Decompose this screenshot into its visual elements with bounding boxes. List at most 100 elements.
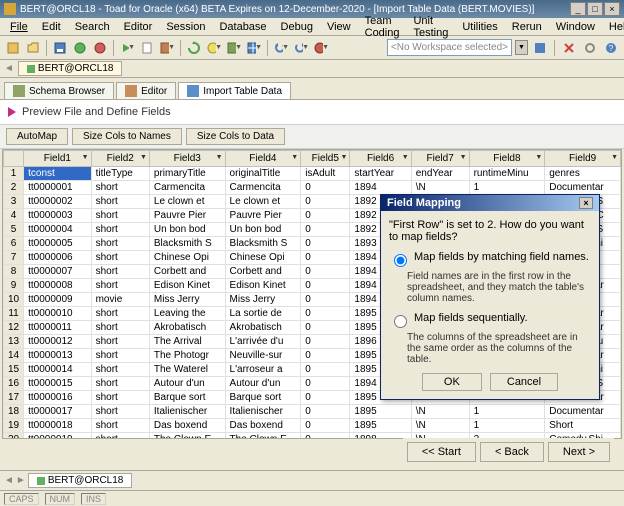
data-cell[interactable]: 1 xyxy=(469,405,545,419)
row-number-cell[interactable]: 4 xyxy=(4,209,24,223)
save-icon[interactable] xyxy=(51,39,69,57)
data-cell[interactable]: short xyxy=(91,349,149,363)
start-button[interactable]: << Start xyxy=(407,442,476,462)
menu-view[interactable]: View xyxy=(321,20,357,34)
menu-utilities[interactable]: Utilities xyxy=(456,20,503,34)
data-cell[interactable]: isAdult xyxy=(301,167,350,181)
automap-button[interactable]: AutoMap xyxy=(6,128,68,145)
options-icon[interactable] xyxy=(581,39,599,57)
data-cell[interactable]: Le clown et xyxy=(149,195,225,209)
close-all-icon[interactable] xyxy=(560,39,578,57)
data-cell[interactable]: tt0000019 xyxy=(24,433,91,440)
data-cell[interactable]: 0 xyxy=(301,237,350,251)
tab-schema-browser[interactable]: Schema Browser xyxy=(4,82,114,99)
dialog-titlebar[interactable]: Field Mapping × xyxy=(381,195,599,211)
table-icon[interactable]: ▼ xyxy=(245,39,263,57)
next-button[interactable]: Next > xyxy=(548,442,610,462)
data-cell[interactable]: Un bon bod xyxy=(149,223,225,237)
data-cell[interactable]: Chinese Opi xyxy=(225,251,301,265)
data-cell[interactable]: Short xyxy=(545,419,621,433)
data-cell[interactable]: tt0000008 xyxy=(24,279,91,293)
data-cell[interactable]: L'arroseur a xyxy=(225,363,301,377)
menu-team-coding[interactable]: Team Coding xyxy=(359,14,406,40)
data-cell[interactable]: Neuville-sur xyxy=(225,349,301,363)
dialog-ok-button[interactable]: OK xyxy=(422,373,482,391)
data-cell[interactable]: Leaving the xyxy=(149,307,225,321)
bot-nav-left-icon[interactable]: ◄ xyxy=(4,475,14,486)
data-cell[interactable]: originalTitle xyxy=(225,167,301,181)
data-cell[interactable]: Documentar xyxy=(545,181,621,195)
data-cell[interactable]: short xyxy=(91,391,149,405)
menu-edit[interactable]: Edit xyxy=(36,20,67,34)
dialog-close-button[interactable]: × xyxy=(579,197,593,209)
data-cell[interactable]: tt0000016 xyxy=(24,391,91,405)
rollback-icon[interactable] xyxy=(91,39,109,57)
data-cell[interactable]: The Clown E xyxy=(225,433,301,440)
size-cols-names-button[interactable]: Size Cols to Names xyxy=(72,128,182,145)
row-number-cell[interactable]: 9 xyxy=(4,279,24,293)
bottom-connection-tab[interactable]: BERT@ORCL18 xyxy=(28,473,133,488)
tab-editor[interactable]: Editor xyxy=(116,82,176,99)
workspace-dropdown-arrow[interactable]: ▼ xyxy=(515,40,528,55)
data-cell[interactable]: tt0000005 xyxy=(24,237,91,251)
data-cell[interactable]: tt0000001 xyxy=(24,181,91,195)
row-number-cell[interactable]: 20 xyxy=(4,433,24,440)
tab-import-table-data[interactable]: Import Table Data xyxy=(178,82,291,99)
data-cell[interactable]: tt0000011 xyxy=(24,321,91,335)
data-cell[interactable]: short xyxy=(91,321,149,335)
commit-icon[interactable] xyxy=(71,39,89,57)
menu-window[interactable]: Window xyxy=(550,20,601,34)
row-number-cell[interactable]: 19 xyxy=(4,419,24,433)
column-header[interactable]: Field5▼ xyxy=(301,151,350,167)
data-cell[interactable]: tconst xyxy=(24,167,91,181)
data-cell[interactable]: 0 xyxy=(301,251,350,265)
data-cell[interactable]: short xyxy=(91,433,149,440)
open-icon[interactable] xyxy=(24,39,42,57)
data-cell[interactable]: \N xyxy=(411,405,469,419)
data-cell[interactable]: Un bon bod xyxy=(225,223,301,237)
row-number-cell[interactable]: 5 xyxy=(4,223,24,237)
row-number-cell[interactable]: 15 xyxy=(4,363,24,377)
help-icon[interactable]: ? xyxy=(602,39,620,57)
minimize-button[interactable]: _ xyxy=(570,2,586,16)
data-cell[interactable]: tt0000015 xyxy=(24,377,91,391)
data-cell[interactable]: primaryTitle xyxy=(149,167,225,181)
menu-search[interactable]: Search xyxy=(69,20,116,34)
data-cell[interactable]: tt0000018 xyxy=(24,419,91,433)
menu-editor[interactable]: Editor xyxy=(118,20,159,34)
data-cell[interactable]: 0 xyxy=(301,321,350,335)
column-header[interactable]: Field3▼ xyxy=(149,151,225,167)
data-cell[interactable]: tt0000003 xyxy=(24,209,91,223)
conn-nav-left-icon[interactable]: ◄ xyxy=(4,63,14,74)
data-cell[interactable]: \N xyxy=(411,181,469,195)
data-cell[interactable]: tt0000010 xyxy=(24,307,91,321)
dialog-cancel-button[interactable]: Cancel xyxy=(490,373,558,391)
data-cell[interactable]: 1 xyxy=(469,181,545,195)
data-cell[interactable]: Das boxend xyxy=(149,419,225,433)
data-cell[interactable]: Corbett and xyxy=(225,265,301,279)
data-cell[interactable]: tt0000013 xyxy=(24,349,91,363)
row-number-cell[interactable]: 12 xyxy=(4,321,24,335)
row-number-cell[interactable]: 14 xyxy=(4,349,24,363)
row-number-header[interactable] xyxy=(4,151,24,167)
column-header[interactable]: Field7▼ xyxy=(411,151,469,167)
close-button[interactable]: × xyxy=(604,2,620,16)
redo-icon[interactable]: ▼ xyxy=(292,39,310,57)
data-cell[interactable]: runtimeMinu xyxy=(469,167,545,181)
data-cell[interactable]: 0 xyxy=(301,307,350,321)
data-cell[interactable]: Miss Jerry xyxy=(225,293,301,307)
data-cell[interactable]: 1895 xyxy=(350,419,411,433)
data-cell[interactable]: short xyxy=(91,237,149,251)
data-cell[interactable]: Barque sort xyxy=(225,391,301,405)
data-cell[interactable]: 0 xyxy=(301,433,350,440)
data-cell[interactable]: short xyxy=(91,363,149,377)
data-cell[interactable]: short xyxy=(91,307,149,321)
connection-tab[interactable]: BERT@ORCL18 xyxy=(18,61,123,76)
column-header[interactable]: Field2▼ xyxy=(91,151,149,167)
data-cell[interactable]: Blacksmith S xyxy=(225,237,301,251)
menu-database[interactable]: Database xyxy=(213,20,272,34)
data-cell[interactable]: Pauvre Pier xyxy=(149,209,225,223)
back-button[interactable]: < Back xyxy=(480,442,544,462)
row-number-cell[interactable]: 3 xyxy=(4,195,24,209)
data-cell[interactable]: Das boxend xyxy=(225,419,301,433)
